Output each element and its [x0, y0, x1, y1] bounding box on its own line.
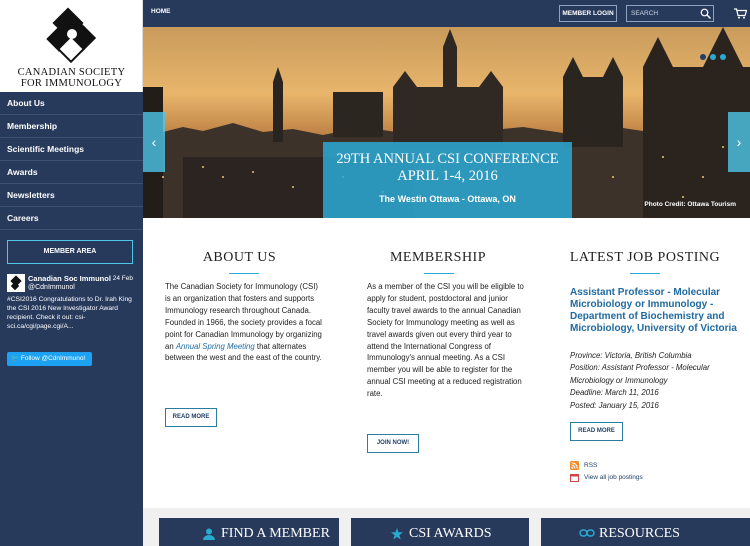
slider-dot-3[interactable] [720, 54, 726, 60]
sidebar-item-careers[interactable]: Careers [0, 207, 143, 230]
tweet-date: 24 Feb [112, 275, 133, 282]
all-job-postings-link[interactable]: View all job postings [584, 474, 643, 481]
slider-dots [700, 47, 730, 65]
logo[interactable]: CANADIAN SOCIETY FOR IMMUNOLOGY [0, 0, 143, 92]
twitter-follow-button[interactable]: 🐦 Follow @CdnImmunol [7, 352, 92, 366]
job-read-more-button[interactable]: READ MORE [570, 422, 623, 441]
member-area-button[interactable]: MEMBER AREA [7, 240, 133, 264]
tweet-text: #CSI2016 Congratulations to Dr. Irah Kin… [7, 296, 132, 330]
about-us-text: The Canadian Society for Immunology (CSI… [165, 281, 323, 364]
rss-link[interactable]: RSS [584, 462, 597, 469]
about-us-title: ABOUT US [202, 250, 277, 265]
person-icon [203, 528, 215, 540]
find-a-member-button[interactable]: FIND A MEMBER [159, 518, 339, 546]
about-us-text-start: The Canadian Society for Immunology (CSI… [165, 282, 322, 351]
twitter-follow-label: Follow @CdnImmunol [20, 355, 85, 362]
star-icon [391, 528, 403, 540]
resources-label: RESOURCES [599, 526, 680, 541]
link-icon [579, 529, 595, 537]
home-link[interactable]: HOME [151, 8, 171, 15]
photo-credit: Photo Credit: Ottawa Tourism [644, 201, 736, 208]
hero-caption[interactable]: 29TH ANNUAL CSI CONFERENCE APRIL 1-4, 20… [323, 142, 572, 218]
find-a-member-label: FIND A MEMBER [221, 526, 330, 541]
annual-spring-meeting-link[interactable]: Annual Spring Meeting [176, 342, 255, 351]
cart-icon[interactable] [734, 8, 747, 19]
job-posted: Posted: January 15, 2016 [570, 400, 659, 410]
join-now-button[interactable]: JOIN NOW! [367, 434, 419, 453]
hero-title-line1: 29TH ANNUAL CSI CONFERENCE [336, 151, 559, 167]
logo-text-line2: FOR IMMUNOLOGY [20, 78, 123, 89]
sidebar-item-about-us[interactable]: About Us [0, 92, 143, 115]
resources-button[interactable]: RESOURCES [541, 518, 750, 546]
membership-title: MEMBERSHIP [389, 250, 487, 265]
sidebar-item-membership[interactable]: Membership [0, 115, 143, 138]
logo-mark-icon [46, 7, 97, 64]
sidebar: CANADIAN SOCIETY FOR IMMUNOLOGY About Us… [0, 0, 143, 546]
sidebar-nav: About Us Membership Scientific Meetings … [0, 92, 143, 230]
slider-dot-1[interactable] [700, 54, 706, 60]
about-us-section: ABOUT US The Canadian Society for Immuno… [143, 218, 336, 508]
slider-next-button[interactable]: › [728, 112, 750, 172]
sidebar-item-scientific-meetings[interactable]: Scientific Meetings [0, 138, 143, 161]
logo-text-line1: CANADIAN SOCIETY [17, 67, 126, 78]
rss-icon [570, 461, 579, 470]
search-icon[interactable] [700, 8, 711, 19]
job-position: Position: Assistant Professor - Molecula… [570, 363, 710, 385]
job-province: Province: Victoria, British Columbia [570, 351, 692, 360]
about-read-more-button[interactable]: READ MORE [165, 408, 217, 427]
tweet-author-name: Canadian Soc Immunol [28, 274, 111, 283]
tweet-avatar [7, 274, 25, 292]
sidebar-item-newsletters[interactable]: Newsletters [0, 184, 143, 207]
slider-prev-button[interactable]: ‹ [143, 112, 165, 172]
twitter-icon: 🐦 [11, 355, 20, 362]
job-posting-title: LATEST JOB POSTING [569, 250, 721, 265]
tweet-author-handle: @CdnImmunol [28, 284, 75, 291]
job-title-link[interactable]: Assistant Professor - Molecular Microbio… [570, 287, 745, 335]
membership-text: As a member of the CSI you will be eligi… [367, 282, 524, 399]
hero-title-line2: APRIL 1-4, 2016 [397, 168, 498, 184]
csi-awards-label: CSI AWARDS [409, 526, 492, 541]
membership-divider [424, 273, 454, 274]
job-posting-section: LATEST JOB POSTING Assistant Professor -… [540, 218, 750, 508]
sidebar-item-awards[interactable]: Awards [0, 161, 143, 184]
bottom-band: FIND A MEMBER CSI AWARDS RESOURCES [143, 508, 750, 546]
job-posting-divider [630, 273, 660, 274]
job-deadline: Deadline: March 11, 2016 [570, 388, 659, 398]
csi-awards-button[interactable]: CSI AWARDS [351, 518, 529, 546]
job-details: Province: Victoria, British Columbia Pos… [570, 350, 745, 412]
slider-dot-2[interactable] [710, 54, 716, 60]
hero-slider: ‹ › 29TH ANNUAL CSI CONFERENCE APRIL 1-4… [143, 27, 750, 218]
top-bar: HOME MEMBER LOGIN [143, 0, 750, 27]
calendar-icon [570, 474, 579, 482]
about-us-divider [229, 273, 259, 274]
page: CANADIAN SOCIETY FOR IMMUNOLOGY About Us… [0, 0, 750, 546]
hero-subtitle: The Westin Ottawa - Ottawa, ON [379, 194, 516, 204]
membership-section: MEMBERSHIP As a member of the CSI you wi… [336, 218, 540, 508]
member-login-button[interactable]: MEMBER LOGIN [559, 5, 617, 22]
